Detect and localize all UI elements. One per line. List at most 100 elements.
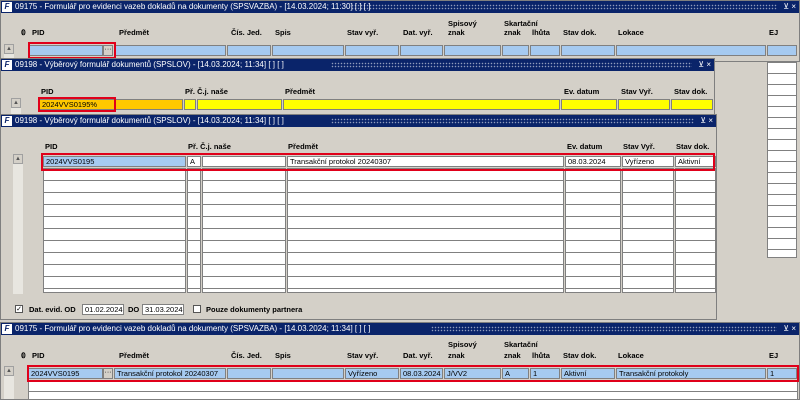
scroll-up-icon[interactable]: ▲ xyxy=(4,44,14,54)
dat-vyr-cell[interactable] xyxy=(400,45,443,56)
predmet-cell[interactable]: Transakční protokol 20240307 xyxy=(114,368,226,379)
pid-cell[interactable]: 2024VVS0195 xyxy=(43,156,186,167)
lokace-cell[interactable] xyxy=(616,45,766,56)
stav-vyr-cell[interactable]: Vyřízeno xyxy=(622,156,674,167)
col-header-znak2: znak xyxy=(504,351,521,360)
app-logo-icon: F xyxy=(2,116,12,126)
pouze-partner-checkbox[interactable] xyxy=(193,305,201,313)
col-header-lokace: Lokace xyxy=(618,351,644,360)
dat-vyr-cell[interactable]: 08.03.2024 xyxy=(400,368,443,379)
stav-dok-cell[interactable]: Aktivní xyxy=(675,156,716,167)
table-row[interactable]: ··· xyxy=(28,45,798,56)
title-bar[interactable]: F 09175 - Formulář pro evidenci vazeb do… xyxy=(1,1,799,13)
stav-dok-cell[interactable]: Aktivní xyxy=(561,368,615,379)
lokace-cell[interactable]: Transakční protokoly xyxy=(616,368,766,379)
predmet-cell[interactable]: Transakční protokol 20240307 xyxy=(287,156,564,167)
cj-query-input[interactable] xyxy=(197,99,282,110)
skart-znak-cell[interactable]: A xyxy=(502,368,529,379)
col-header-pid: PID xyxy=(32,28,45,37)
window-controls[interactable]: ⊻ × xyxy=(783,323,796,335)
col-header-ej: EJ xyxy=(769,351,779,360)
col-header-dat-vyr: Dat. vyř. xyxy=(403,351,433,360)
title-bar[interactable]: F 09198 - Výběrový formulář dokumentů (S… xyxy=(1,115,716,127)
stav-vyr-query-input[interactable] xyxy=(618,99,670,110)
lhuta-cell[interactable]: 1 xyxy=(530,368,560,379)
pr-cell[interactable]: A xyxy=(187,156,201,167)
app-logo-icon: F xyxy=(2,60,12,70)
stav-dok-query-input[interactable] xyxy=(671,99,713,110)
cis-jed-cell[interactable] xyxy=(227,368,271,379)
empty-rows xyxy=(28,380,798,399)
dat-evid-od-input[interactable]: 01.02.2024 xyxy=(82,304,124,315)
scroll-up-icon[interactable]: ▲ xyxy=(4,366,14,376)
col-header-ev-datum: Ev. datum xyxy=(564,87,600,96)
spis-cell[interactable] xyxy=(272,45,344,56)
window-title: 09175 - Formulář pro evidenci vazeb dokl… xyxy=(15,2,371,11)
col-header-lhuta: lhůta xyxy=(532,28,550,37)
col-header-lokace: Lokace xyxy=(618,28,644,37)
empty-rows xyxy=(43,168,716,293)
window-controls[interactable]: ⊻ × xyxy=(698,59,711,71)
col-header-spis: Spis xyxy=(275,28,291,37)
window-controls[interactable]: ⊻ × xyxy=(700,115,713,127)
ev-datum-query-input[interactable] xyxy=(561,99,617,110)
stav-vyr-cell[interactable]: Vyřízeno xyxy=(345,368,399,379)
window-controls[interactable]: ⊻ × xyxy=(783,1,796,13)
col-header-pid: PID xyxy=(32,351,45,360)
result-row[interactable]: 2024VVS0195 ··· Transakční protokol 2024… xyxy=(28,368,798,379)
col-header-predmet: Předmět xyxy=(285,87,316,96)
col-header-stav-vyr: Stav vyř. xyxy=(347,28,379,37)
col-header-pr-cj: Př. Č.j. naše xyxy=(185,87,228,96)
ej-cell[interactable] xyxy=(767,45,797,56)
dat-evid-checkbox[interactable]: ✓ xyxy=(15,305,23,313)
title-bar[interactable]: F 09198 - Výběrový formulář dokumentů (S… xyxy=(1,59,714,71)
query-row[interactable]: 2024VVS0195% xyxy=(39,99,714,110)
app-logo-icon: F xyxy=(2,2,12,12)
spisovy-znak-cell[interactable] xyxy=(444,45,501,56)
col-header-pr-cj: Př. Č.j. naše xyxy=(188,142,231,151)
lookup-button[interactable]: ··· xyxy=(103,368,113,379)
col-header-stav-dok: Stav dok. xyxy=(563,28,597,37)
col-header-stav-vyr: Stav vyř. xyxy=(347,351,379,360)
vertical-scrollbar[interactable]: ▲ xyxy=(4,366,14,399)
predmet-cell[interactable] xyxy=(114,45,226,56)
result-row[interactable]: 2024VVS0195 A Transakční protokol 202403… xyxy=(43,156,716,167)
app-logo-icon: F xyxy=(2,324,12,334)
col-header-skartacni: Skartační xyxy=(504,19,538,28)
window-title: 09198 - Výběrový formulář dokumentů (SPS… xyxy=(15,60,284,69)
lhuta-cell[interactable] xyxy=(530,45,560,56)
attachment-icon: 𝟘 xyxy=(21,28,26,37)
spisovy-znak-cell[interactable]: J/VV2 xyxy=(444,368,501,379)
col-header-predmet: Předmět xyxy=(288,142,319,151)
predmet-query-input[interactable] xyxy=(283,99,560,110)
title-bar-pattern xyxy=(431,326,777,332)
col-header-stav-dok: Stav dok. xyxy=(563,351,597,360)
lookup-button[interactable]: ··· xyxy=(103,45,113,56)
background-grid-right xyxy=(765,62,800,258)
stav-vyr-cell[interactable] xyxy=(345,45,399,56)
scroll-up-icon[interactable]: ▲ xyxy=(11,98,21,108)
title-bar-pattern xyxy=(351,4,777,10)
window-spslov-result: F 09198 - Výběrový formulář dokumentů (S… xyxy=(0,114,717,320)
vertical-scrollbar[interactable]: ▲ xyxy=(13,154,23,294)
pid-query-input[interactable]: 2024VVS0195% xyxy=(39,99,183,110)
ej-cell[interactable]: 1 xyxy=(767,368,797,379)
pid-input[interactable] xyxy=(28,45,103,56)
pr-query-input[interactable] xyxy=(184,99,196,110)
dat-evid-do-input[interactable]: 31.03.2024 xyxy=(142,304,184,315)
scroll-up-icon[interactable]: ▲ xyxy=(13,154,23,164)
skart-znak-cell[interactable] xyxy=(502,45,529,56)
window-spsvazba-top: F 09175 - Formulář pro evidenci vazeb do… xyxy=(0,0,800,62)
title-bar-pattern xyxy=(331,118,694,124)
col-header-pid: PID xyxy=(41,87,54,96)
spis-cell[interactable] xyxy=(272,368,344,379)
col-header-cis-jed: Čís. Jed. xyxy=(231,351,262,360)
cis-jed-cell[interactable] xyxy=(227,45,271,56)
stav-dok-cell[interactable] xyxy=(561,45,615,56)
cj-cell[interactable] xyxy=(202,156,286,167)
pid-cell[interactable]: 2024VVS0195 xyxy=(28,368,103,379)
ev-datum-cell[interactable]: 08.03.2024 xyxy=(565,156,621,167)
window-title: 09198 - Výběrový formulář dokumentů (SPS… xyxy=(15,116,284,125)
title-bar[interactable]: F 09175 - Formulář pro evidenci vazeb do… xyxy=(1,323,799,335)
col-header-predmet: Předmět xyxy=(119,28,150,37)
